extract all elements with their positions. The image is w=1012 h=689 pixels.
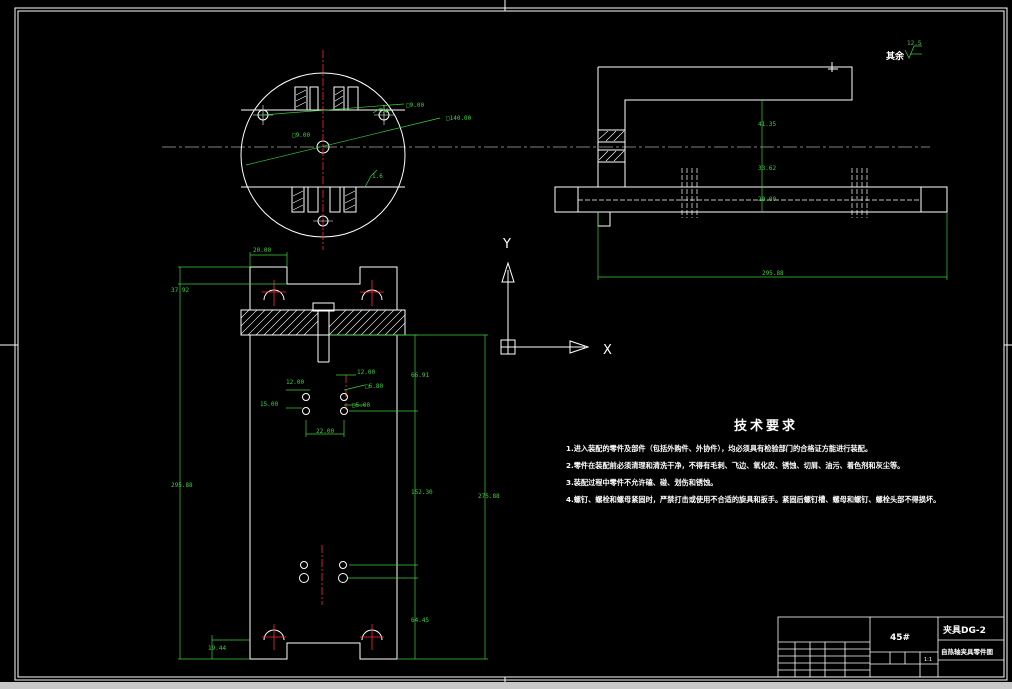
title-block-drawing-number: 夹具DG-2 xyxy=(943,624,986,636)
dim-square-6-80: □6.80 xyxy=(365,383,383,390)
dim-66-91: 66.91 xyxy=(411,372,429,379)
technical-requirements: 技术要求 1.进入装配的零件及部件（包括外购件、外协件），均必须具有检验部门的合… xyxy=(566,415,1006,512)
center-lines xyxy=(321,50,347,605)
dim-square-9-b: □9.00 xyxy=(292,132,310,139)
dim-20-00-front: 20.00 xyxy=(253,247,271,254)
dim-41-35: 41.35 xyxy=(758,121,776,128)
dim-19-44: 19.44 xyxy=(208,645,226,652)
dim-295-88-front: 295.88 xyxy=(171,482,193,489)
dim-64-45: 64.45 xyxy=(411,617,429,624)
title-block-drawing-name: 自热轴夹具零件图 xyxy=(941,647,994,656)
dim-295-88-top: 295.88 xyxy=(762,270,784,277)
top-view-hidden-lines xyxy=(578,168,921,218)
front-view xyxy=(240,266,406,660)
requirement-item-2: 2.零件在装配前必须清理和清洗干净，不得有毛刺、飞边、氧化皮、锈蚀、切屑、油污、… xyxy=(566,461,905,470)
front-view-dimension-lines xyxy=(178,252,488,660)
dim-square-5-00: □5.00 xyxy=(352,402,370,409)
requirement-item-3: 3.装配过程中零件不允许磕、碰、划伤和锈蚀。 xyxy=(566,478,718,487)
dim-15-00: 15.00 xyxy=(260,401,278,408)
top-view-hatch xyxy=(598,130,625,162)
dim-square-9-a: □9.00 xyxy=(406,102,424,109)
ucs-axis xyxy=(500,261,590,355)
command-line-bar[interactable] xyxy=(0,682,1012,689)
axis-x-label: X xyxy=(603,343,612,358)
requirement-item-1: 1.进入装配的零件及部件（包括外购件、外协件），均必须具有检验部门的合格证方能进… xyxy=(566,444,873,453)
dim-275-88: 275.88 xyxy=(478,493,500,500)
top-view xyxy=(554,62,948,227)
dim-37-92: 37.92 xyxy=(171,287,189,294)
cad-drawing-canvas[interactable]: □9.00 □9.00 □140.00 1.6 1.6 其余 12.5 41.3… xyxy=(0,0,1012,689)
dim-22-00: 22.00 xyxy=(316,428,334,435)
roughness-symbol: 12.5 xyxy=(907,40,922,47)
axis-y-label: Y xyxy=(502,237,511,252)
roughness-label: 其余 xyxy=(886,50,905,62)
dim-152-30: 152.30 xyxy=(411,489,433,496)
drawing-frame xyxy=(0,0,1012,689)
title-block-material: 45# xyxy=(890,633,910,643)
roughness-mark-a: 1.6 xyxy=(372,173,383,180)
dim-12-00-b: 12.00 xyxy=(357,369,375,376)
requirement-item-4: 4.螺钉、螺栓和螺母紧固时，严禁打击或使用不合适的旋具和扳手。紧固后螺钉槽、螺母… xyxy=(566,495,941,504)
circle-view-hatch xyxy=(292,89,356,211)
dim-12-00-a: 12.00 xyxy=(286,379,304,386)
roughness-mark-b: 1.6 xyxy=(378,108,389,115)
dim-20-00-top: 20.00 xyxy=(758,196,776,203)
technical-requirements-title: 技术要求 xyxy=(733,419,798,434)
title-block-scale: 1:1 xyxy=(924,657,932,663)
dim-33-62: 33.62 xyxy=(758,165,776,172)
circle-view-centers xyxy=(162,105,930,222)
front-view-hatch xyxy=(240,309,406,336)
dim-square-140: □140.00 xyxy=(446,115,472,122)
